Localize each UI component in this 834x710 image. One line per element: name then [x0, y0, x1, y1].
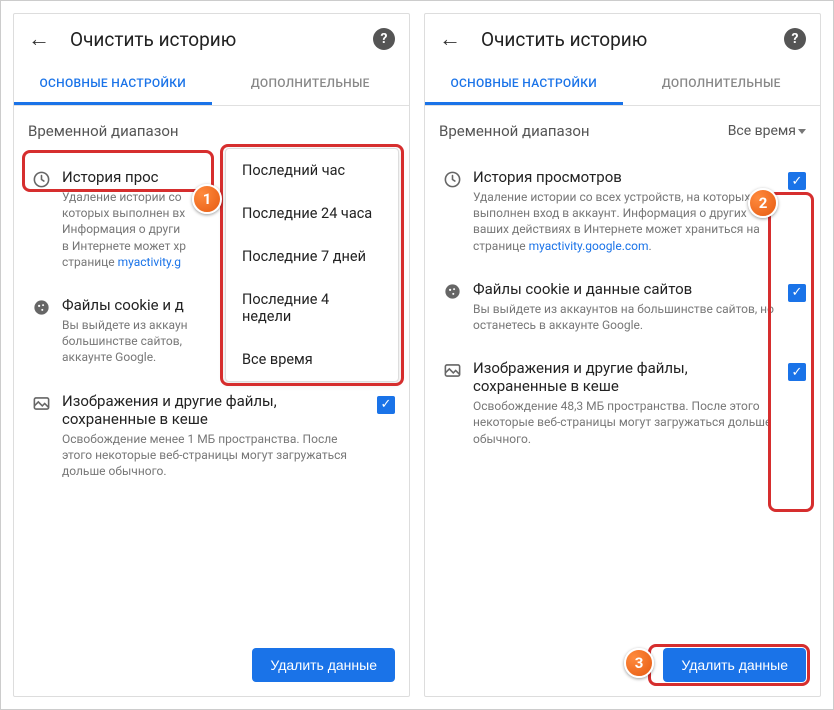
help-icon[interactable]: ?: [784, 28, 806, 50]
checkbox-history[interactable]: [788, 172, 806, 190]
opt-cache-title: Изображения и другие файлы, сохраненные …: [62, 392, 369, 428]
range-value: Все время: [728, 123, 806, 139]
checkbox-cookies[interactable]: [788, 284, 806, 302]
dropdown-item[interactable]: Последние 4 недели: [226, 278, 398, 338]
checkbox-cache[interactable]: [788, 363, 806, 381]
content: Временной диапазон Все время История про…: [425, 106, 820, 634]
image-icon: [28, 392, 54, 413]
tab-basic[interactable]: ОСНОВНЫЕ НАСТРОЙКИ: [425, 64, 623, 105]
range-label: Временной диапазон: [439, 122, 590, 140]
delete-button[interactable]: Удалить данные: [663, 648, 806, 682]
tab-advanced[interactable]: ДОПОЛНИТЕЛЬНЫЕ: [212, 64, 410, 105]
checkbox-cache[interactable]: [377, 396, 395, 414]
header: ← Очистить историю ?: [425, 14, 820, 64]
cookie-icon: [439, 280, 465, 301]
opt-cache-title: Изображения и другие файлы, сохраненные …: [473, 359, 780, 395]
help-icon[interactable]: ?: [373, 28, 395, 50]
header: ← Очистить историю ?: [14, 14, 409, 64]
option-cookies[interactable]: Файлы cookie и данные сайтов Вы выйдете …: [439, 268, 806, 347]
opt-cookies-sub: Вы выйдете из аккаунтов на большинстве с…: [473, 301, 780, 333]
opt-history-sub: Удаление истории со всех устройств, на к…: [473, 189, 780, 254]
tab-advanced[interactable]: ДОПОЛНИТЕЛЬНЫЕ: [623, 64, 821, 105]
range-label: Временной диапазон: [28, 122, 179, 140]
dropdown-item[interactable]: Все время: [226, 338, 398, 381]
back-icon[interactable]: ←: [439, 26, 461, 52]
dropdown-item[interactable]: Последние 24 часа: [226, 192, 398, 235]
opt-history-title: История просмотров: [473, 168, 780, 186]
page-title: Очистить историю: [481, 28, 764, 51]
screen-left: ← Очистить историю ? ОСНОВНЫЕ НАСТРОЙКИ …: [13, 13, 410, 697]
time-range-row[interactable]: Временной диапазон Все время: [439, 106, 806, 156]
page-title: Очистить историю: [70, 28, 353, 51]
screen-right: ← Очистить историю ? ОСНОВНЫЕ НАСТРОЙКИ …: [424, 13, 821, 697]
dropdown-item[interactable]: Последние 7 дней: [226, 235, 398, 278]
back-icon[interactable]: ←: [28, 26, 50, 52]
footer: Удалить данные: [14, 634, 409, 696]
opt-cookies-title: Файлы cookie и данные сайтов: [473, 280, 780, 298]
tabs: ОСНОВНЫЕ НАСТРОЙКИ ДОПОЛНИТЕЛЬНЫЕ: [14, 64, 409, 106]
option-history[interactable]: История просмотров Удаление истории со в…: [439, 156, 806, 268]
footer: Удалить данные: [425, 634, 820, 696]
option-cache[interactable]: Изображения и другие файлы, сохраненные …: [28, 380, 395, 494]
opt-cache-sub: Освобождение менее 1 МБ пространства. По…: [62, 431, 369, 480]
clock-icon: [439, 168, 465, 189]
option-cache[interactable]: Изображения и другие файлы, сохраненные …: [439, 347, 806, 461]
clock-icon: [28, 168, 54, 189]
image-icon: [439, 359, 465, 380]
chevron-down-icon: [798, 129, 806, 134]
tabs: ОСНОВНЫЕ НАСТРОЙКИ ДОПОЛНИТЕЛЬНЫЕ: [425, 64, 820, 106]
cookie-icon: [28, 296, 54, 317]
dropdown-item[interactable]: Последний час: [226, 149, 398, 192]
tab-basic[interactable]: ОСНОВНЫЕ НАСТРОЙКИ: [14, 64, 212, 105]
opt-cache-sub: Освобождение 48,3 МБ пространства. После…: [473, 398, 780, 447]
delete-button[interactable]: Удалить данные: [252, 648, 395, 682]
time-range-dropdown: Последний час Последние 24 часа Последни…: [225, 148, 399, 382]
